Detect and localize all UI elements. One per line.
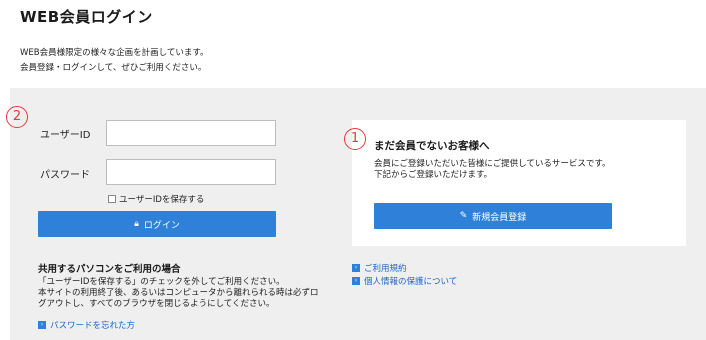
register-text: 会員にご登録いただいた皆様にご提供しているサービスです。 下記からご登録いただけ… [374, 159, 611, 181]
register-button-label: 新規会員登録 [472, 212, 527, 223]
terms-link-label: ご利用規約 [364, 264, 407, 274]
terms-link[interactable]: › ご利用規約 [352, 262, 407, 274]
userid-input[interactable] [106, 120, 276, 146]
shared-pc-heading: 共用するパソコンをご利用の場合 [38, 264, 181, 275]
remember-userid-checkbox[interactable] [108, 195, 116, 203]
remember-userid-label: ユーザーIDを保存する [119, 195, 205, 205]
login-button[interactable]: 🔒︎ ログイン [38, 211, 276, 237]
register-text-line-2: 下記からご登録いただけます。 [374, 170, 493, 180]
forgot-password-link[interactable]: › パスワードを忘れた方 [38, 319, 135, 331]
privacy-link[interactable]: › 個人情報の保護について [352, 275, 457, 287]
password-label: パスワード [40, 170, 90, 181]
arrow-right-icon: › [38, 321, 46, 329]
privacy-link-label: 個人情報の保護について [364, 277, 458, 287]
edit-icon: ✎ [459, 211, 468, 221]
forgot-password-label: パスワードを忘れた方 [50, 321, 136, 331]
shared-pc-note: 「ユーザーIDを保存する」のチェックを外してご利用ください。 本サイトの利用終了… [38, 277, 319, 310]
shared-pc-note-line-3: グアウトし、すべてのブラウザを閉じるようにしてください。 [38, 299, 275, 309]
password-input[interactable] [106, 159, 276, 185]
userid-label: ユーザーID [40, 130, 91, 141]
remember-userid-checkbox-row[interactable]: ユーザーIDを保存する [108, 193, 204, 205]
shared-pc-note-line-2: 本サイトの利用終了後、あるいはコンピュータから離れられる時は必ずロ [38, 288, 319, 298]
arrow-right-icon: › [352, 277, 360, 285]
intro-line-2: 会員登録・ログインして、ぜひご利用ください。 [20, 63, 207, 73]
shared-pc-note-line-1: 「ユーザーIDを保存する」のチェックを外してご利用ください。 [38, 277, 285, 287]
register-button[interactable]: ✎ 新規会員登録 [374, 203, 612, 229]
intro-text: WEB会員様限定の様々な企画を計画しています。 会員登録・ログインして、ぜひご利… [20, 46, 209, 76]
page-title: WEB会員ログイン [20, 8, 153, 26]
register-text-line-1: 会員にご登録いただいた皆様にご提供しているサービスです。 [374, 159, 611, 169]
login-button-label: ログイン [143, 220, 180, 231]
register-title: まだ会員でないお客様へ [374, 140, 490, 152]
lock-icon: 🔒︎ [134, 219, 139, 229]
intro-line-1: WEB会員様限定の様々な企画を計画しています。 [20, 48, 209, 58]
step-badge-login: 2 [6, 106, 28, 128]
step-badge-register: 1 [344, 128, 366, 150]
arrow-right-icon: › [352, 264, 360, 272]
